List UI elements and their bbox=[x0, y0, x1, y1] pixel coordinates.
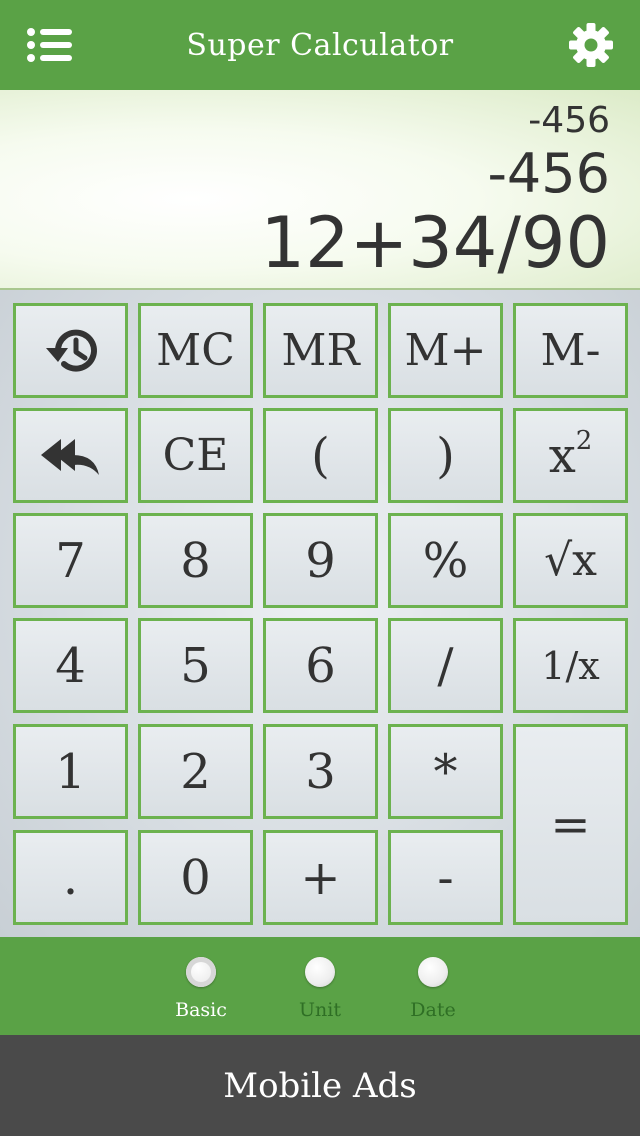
memory-add-button[interactable]: M+ bbox=[388, 303, 503, 398]
digit-6-button[interactable]: 6 bbox=[263, 618, 378, 713]
tab-date[interactable]: Date bbox=[393, 957, 473, 1029]
tab-basic[interactable]: Basic bbox=[161, 957, 241, 1029]
menu-button[interactable] bbox=[26, 27, 74, 63]
history-button[interactable] bbox=[13, 303, 128, 398]
digit-2-button[interactable]: 2 bbox=[138, 724, 253, 819]
percent-label: % bbox=[422, 532, 469, 589]
reciprocal-label: 1/x bbox=[541, 643, 600, 688]
memory-subtract-button[interactable]: M- bbox=[513, 303, 628, 398]
result-value: -456 bbox=[487, 142, 610, 205]
memory-value: -456 bbox=[528, 100, 610, 141]
multiply-button[interactable]: * bbox=[388, 724, 503, 819]
reply-all-icon bbox=[40, 438, 99, 475]
keypad: MC MR M+ M- CE ( ) x2 7 8 9 % √x 4 5 6 /… bbox=[0, 290, 640, 937]
digit-0-button[interactable]: 0 bbox=[138, 830, 253, 925]
digit-7-button[interactable]: 7 bbox=[13, 513, 128, 608]
gear-icon bbox=[569, 23, 613, 67]
digit-7-label: 7 bbox=[55, 532, 86, 589]
ad-banner[interactable]: Mobile Ads bbox=[0, 1035, 640, 1136]
calculator-display: -456 -456 12+34/90 bbox=[0, 90, 640, 290]
digit-2-label: 2 bbox=[180, 743, 211, 800]
decimal-label: . bbox=[62, 849, 79, 906]
memory-recall-button[interactable]: MR bbox=[263, 303, 378, 398]
history-icon bbox=[45, 329, 97, 372]
expression-value: 12+34/90 bbox=[260, 202, 610, 284]
digit-8-button[interactable]: 8 bbox=[138, 513, 253, 608]
backspace-button[interactable] bbox=[13, 408, 128, 503]
minus-button[interactable]: - bbox=[388, 830, 503, 925]
square-exponent: 2 bbox=[575, 425, 593, 456]
tab-unit-label: Unit bbox=[299, 999, 341, 1021]
ad-banner-label: Mobile Ads bbox=[223, 1065, 417, 1106]
percent-button[interactable]: % bbox=[388, 513, 503, 608]
tab-date-label: Date bbox=[410, 999, 456, 1021]
divide-button[interactable]: / bbox=[388, 618, 503, 713]
square-base: x bbox=[548, 427, 576, 484]
square-root-button[interactable]: √x bbox=[513, 513, 628, 608]
app-title: Super Calculator bbox=[186, 27, 454, 63]
open-paren-label: ( bbox=[311, 427, 330, 484]
list-menu-icon bbox=[27, 28, 72, 62]
app-header: Super Calculator bbox=[0, 0, 640, 90]
digit-1-button[interactable]: 1 bbox=[13, 724, 128, 819]
digit-0-label: 0 bbox=[180, 849, 211, 906]
memory-clear-label: MC bbox=[156, 324, 235, 376]
memory-clear-button[interactable]: MC bbox=[138, 303, 253, 398]
tab-date-indicator bbox=[418, 957, 448, 987]
tab-unit[interactable]: Unit bbox=[280, 957, 360, 1029]
digit-6-label: 6 bbox=[305, 637, 336, 694]
digit-8-label: 8 bbox=[180, 532, 211, 589]
reciprocal-button[interactable]: 1/x bbox=[513, 618, 628, 713]
plus-button[interactable]: + bbox=[263, 830, 378, 925]
digit-3-button[interactable]: 3 bbox=[263, 724, 378, 819]
square-button[interactable]: x2 bbox=[513, 408, 628, 503]
divide-label: / bbox=[437, 637, 454, 694]
equals-label: = bbox=[550, 796, 591, 853]
close-paren-label: ) bbox=[436, 427, 455, 484]
clear-entry-button[interactable]: CE bbox=[138, 408, 253, 503]
mode-tab-bar: Basic Unit Date bbox=[0, 937, 640, 1035]
digit-4-label: 4 bbox=[55, 637, 86, 694]
digit-1-label: 1 bbox=[55, 743, 86, 800]
square-root-label: √x bbox=[544, 534, 597, 586]
digit-3-label: 3 bbox=[305, 743, 336, 800]
multiply-label: * bbox=[433, 743, 458, 800]
tab-basic-indicator bbox=[186, 957, 216, 987]
digit-5-button[interactable]: 5 bbox=[138, 618, 253, 713]
digit-5-label: 5 bbox=[180, 637, 211, 694]
open-paren-button[interactable]: ( bbox=[263, 408, 378, 503]
close-paren-button[interactable]: ) bbox=[388, 408, 503, 503]
digit-9-label: 9 bbox=[305, 532, 336, 589]
memory-recall-label: MR bbox=[281, 324, 360, 376]
digit-4-button[interactable]: 4 bbox=[13, 618, 128, 713]
minus-label: - bbox=[437, 849, 454, 906]
memory-subtract-label: M- bbox=[540, 324, 601, 376]
square-label: x2 bbox=[549, 428, 593, 480]
equals-button[interactable]: = bbox=[513, 724, 628, 925]
decimal-button[interactable]: . bbox=[13, 830, 128, 925]
plus-label: + bbox=[300, 849, 341, 906]
digit-9-button[interactable]: 9 bbox=[263, 513, 378, 608]
memory-add-label: M+ bbox=[404, 324, 487, 376]
settings-button[interactable] bbox=[568, 22, 614, 68]
tab-unit-indicator bbox=[305, 957, 335, 987]
tab-basic-label: Basic bbox=[175, 999, 227, 1021]
clear-entry-label: CE bbox=[162, 429, 229, 481]
